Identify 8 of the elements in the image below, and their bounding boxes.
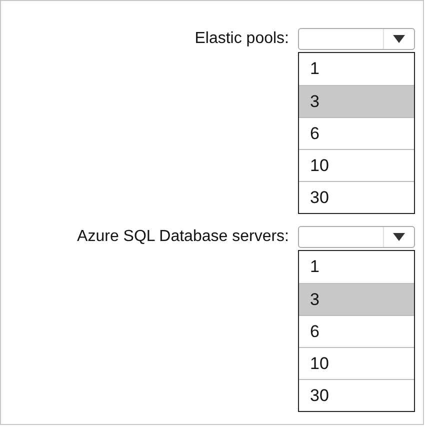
dropdown[interactable] [298,28,415,50]
field-label: Elastic pools: [194,30,289,48]
field-label: Azure SQL Database servers: [76,228,289,246]
caret-icon [393,35,405,43]
caret-icon [393,233,405,241]
dropdown[interactable] [298,226,415,248]
option[interactable]: 3 [299,85,414,117]
option[interactable]: 3 [299,283,414,315]
